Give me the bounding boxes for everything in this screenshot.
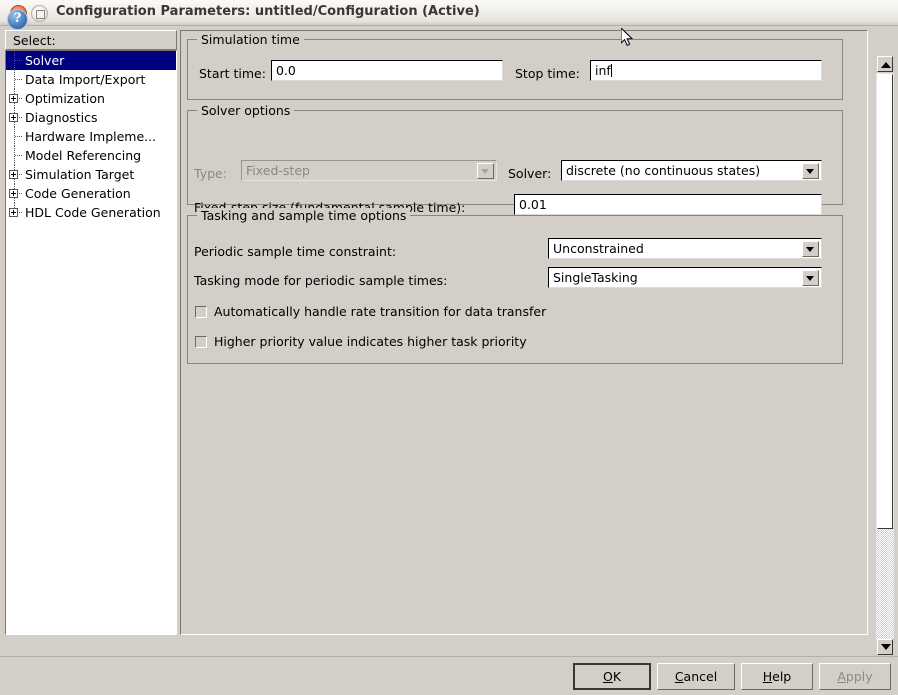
tree-expand-icon[interactable] — [6, 89, 24, 108]
tree-expand-icon[interactable] — [6, 165, 24, 184]
sidebar-item-solver[interactable]: Solver — [6, 51, 176, 70]
higher-priority-label: Higher priority value indicates higher t… — [214, 334, 527, 349]
auto-rate-transition-checkbox-row[interactable]: Automatically handle rate transition for… — [195, 304, 546, 319]
help-button[interactable]: Help — [741, 663, 813, 690]
window-title: Configuration Parameters: untitled/Confi… — [56, 4, 480, 19]
sidebar-item-model-referencing[interactable]: Model Referencing — [6, 146, 176, 165]
tasking-mode-label: Tasking mode for periodic sample times: — [194, 273, 448, 288]
help-info-icon[interactable]: ? — [7, 9, 28, 30]
checkbox-icon[interactable] — [195, 335, 207, 348]
tasking-mode-dropdown[interactable]: SingleTasking — [548, 267, 822, 288]
sidebar-item-label: Solver — [25, 53, 65, 68]
solver-type-label: Type: — [194, 166, 227, 181]
chevron-down-icon[interactable] — [802, 270, 819, 286]
select-header: Select: — [5, 30, 177, 50]
periodic-sample-time-constraint-dropdown[interactable]: Unconstrained — [548, 238, 822, 259]
sidebar-item-label: Model Referencing — [25, 148, 142, 163]
tree-connector-icon — [6, 127, 24, 146]
chevron-down-icon[interactable] — [802, 241, 819, 257]
sidebar-item-hardware-implementation[interactable]: Hardware Impleme... — [6, 127, 176, 146]
text-caret — [610, 64, 612, 77]
sidebar-item-hdl-code-generation[interactable]: HDL Code Generation — [6, 203, 176, 222]
group-title: Simulation time — [197, 32, 304, 47]
window-titlebar: Configuration Parameters: untitled/Confi… — [0, 0, 898, 26]
tree-connector-icon — [6, 70, 24, 89]
scroll-up-icon[interactable] — [877, 56, 893, 72]
sidebar-item-label: Hardware Impleme... — [25, 129, 157, 144]
sidebar-item-label: Code Generation — [25, 186, 131, 201]
chevron-down-icon — [477, 163, 494, 179]
apply-button-label: Apply — [837, 669, 873, 684]
solver-pane: Simulation time Start time: 0.0 Stop tim… — [180, 30, 868, 635]
sidebar-item-simulation-target[interactable]: Simulation Target — [6, 165, 176, 184]
checkbox-icon[interactable] — [195, 305, 207, 318]
configuration-tree[interactable]: Solver Data Import/Export Optimization D… — [5, 50, 177, 635]
start-time-input[interactable]: 0.0 — [271, 60, 503, 81]
vertical-scroll-thumb[interactable] — [877, 74, 893, 529]
sidebar-item-label: Data Import/Export — [25, 72, 146, 87]
solver-options-group: Solver options — [187, 103, 843, 205]
tree-connector-icon — [6, 51, 24, 70]
solver-dropdown[interactable]: discrete (no continuous states) — [561, 160, 822, 181]
help-button-label: Help — [762, 669, 792, 684]
fixed-step-size-input[interactable]: 0.01 — [514, 194, 822, 215]
help-icon-glyph: ? — [13, 11, 22, 26]
sidebar-item-code-generation[interactable]: Code Generation — [6, 184, 176, 203]
vertical-scrollbar[interactable] — [876, 56, 894, 656]
ok-button-label: OK — [602, 669, 622, 684]
configuration-parameters-window: Configuration Parameters: untitled/Confi… — [0, 0, 898, 695]
stop-time-label: Stop time: — [515, 66, 580, 81]
sidebar-item-optimization[interactable]: Optimization — [6, 89, 176, 108]
tree-expand-icon[interactable] — [6, 203, 24, 222]
ok-button[interactable]: OK — [573, 663, 651, 690]
sidebar-item-label: Optimization — [25, 91, 105, 106]
sidebar-item-label: HDL Code Generation — [25, 205, 161, 220]
start-time-label: Start time: — [199, 66, 266, 81]
solver-label: Solver: — [508, 166, 552, 181]
periodic-sample-time-constraint-label: Periodic sample time constraint: — [194, 244, 397, 259]
maximize-icon[interactable] — [31, 5, 48, 22]
cancel-button[interactable]: Cancel — [657, 663, 735, 690]
sidebar-item-label: Diagnostics — [25, 110, 98, 125]
group-title: Solver options — [197, 103, 295, 118]
solver-type-dropdown: Fixed-step — [241, 160, 497, 181]
tree-expand-icon[interactable] — [6, 184, 24, 203]
cancel-button-label: Cancel — [674, 669, 718, 684]
higher-priority-checkbox-row[interactable]: Higher priority value indicates higher t… — [195, 334, 527, 349]
stop-time-input[interactable]: inf — [590, 60, 822, 81]
tree-connector-icon — [6, 146, 24, 165]
group-title: Tasking and sample time options — [197, 208, 411, 223]
apply-button: Apply — [819, 663, 891, 690]
sidebar-item-label: Simulation Target — [25, 167, 135, 182]
chevron-down-icon[interactable] — [802, 163, 819, 179]
dialog-body: Select: Solver Data Import/Export Optimi… — [0, 26, 898, 680]
sidebar-item-data-import-export[interactable]: Data Import/Export — [6, 70, 176, 89]
sidebar-item-diagnostics[interactable]: Diagnostics — [6, 108, 176, 127]
auto-rate-transition-label: Automatically handle rate transition for… — [214, 304, 547, 319]
tree-expand-icon[interactable] — [6, 108, 24, 127]
scroll-down-icon[interactable] — [877, 639, 893, 655]
